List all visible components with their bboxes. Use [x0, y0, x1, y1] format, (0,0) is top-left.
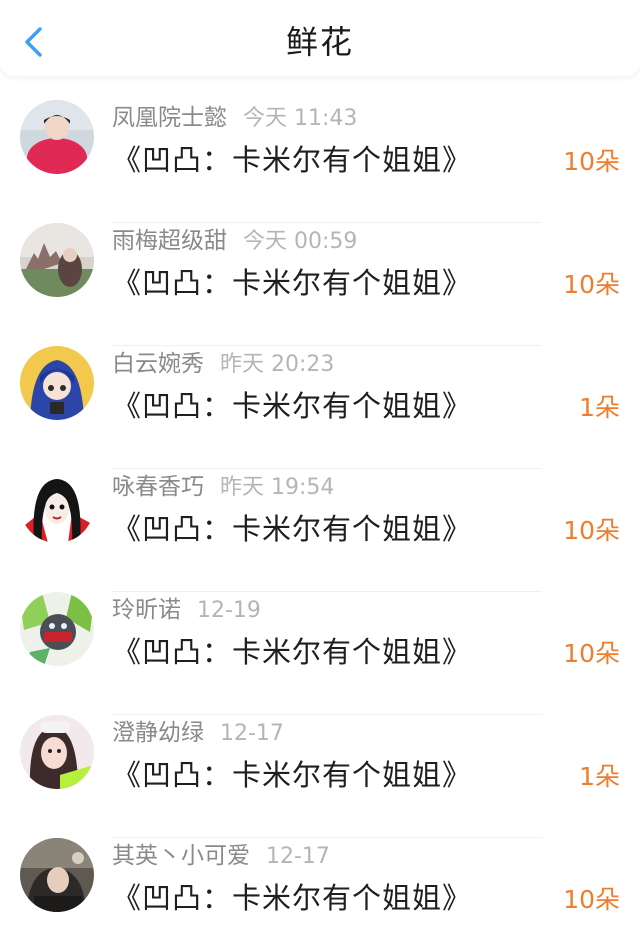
avatar[interactable] — [20, 346, 94, 420]
avatar[interactable] — [20, 223, 94, 297]
book-title: 《凹凸：卡米尔有个姐姐》 — [112, 143, 473, 177]
book-title: 《凹凸：卡米尔有个姐姐》 — [112, 881, 473, 915]
book-title: 《凹凸：卡米尔有个姐姐》 — [112, 512, 473, 546]
top-bar: 鲜花 — [0, 0, 640, 76]
flower-count: 10朵 — [563, 516, 620, 545]
page-title: 鲜花 — [285, 23, 354, 61]
avatar[interactable] — [20, 592, 94, 666]
sender-meta: 咏春香巧 昨天 19:54 — [112, 471, 334, 504]
avatar[interactable] — [20, 100, 94, 174]
send-time: 12-17 — [220, 721, 284, 746]
flower-count: 1朵 — [579, 393, 620, 422]
list-item[interactable]: 雨梅超级甜 今天 00:59 《凹凸：卡米尔有个姐姐》 10朵 — [0, 223, 640, 346]
sender-meta: 玲昕诺 12-19 — [112, 594, 261, 627]
sender-name: 澄静幼绿 — [112, 720, 204, 746]
flower-list: 凤凰院士懿 今天 11:43 《凹凸：卡米尔有个姐姐》 10朵 雨梅超级甜 今天 0… — [0, 100, 640, 934]
book-title: 《凹凸：卡米尔有个姐姐》 — [112, 758, 473, 792]
book-title: 《凹凸：卡米尔有个姐姐》 — [112, 266, 473, 300]
sender-name: 玲昕诺 — [112, 597, 181, 623]
list-item[interactable]: 白云婉秀 昨天 20:23 《凹凸：卡米尔有个姐姐》 1朵 — [0, 346, 640, 469]
flower-count: 10朵 — [563, 885, 620, 914]
flower-count: 10朵 — [563, 639, 620, 668]
send-time: 昨天 20:23 — [220, 352, 335, 377]
list-item[interactable]: 其英丶小可爱 12-17 《凹凸：卡米尔有个姐姐》 10朵 — [0, 838, 640, 934]
sender-name: 咏春香巧 — [112, 474, 204, 500]
avatar[interactable] — [20, 715, 94, 789]
sender-meta: 其英丶小可爱 12-17 — [112, 840, 330, 873]
sender-name: 其英丶小可爱 — [112, 843, 250, 869]
send-time: 12-19 — [197, 598, 261, 623]
flower-count: 10朵 — [563, 147, 620, 176]
sender-name: 凤凰院士懿 — [112, 105, 227, 131]
book-title: 《凹凸：卡米尔有个姐姐》 — [112, 389, 473, 423]
avatar[interactable] — [20, 838, 94, 912]
sender-name: 雨梅超级甜 — [112, 228, 227, 254]
list-item[interactable]: 玲昕诺 12-19 《凹凸：卡米尔有个姐姐》 10朵 — [0, 592, 640, 715]
sender-meta: 澄静幼绿 12-17 — [112, 717, 284, 750]
flowers-screen: 鲜花 凤凰院士懿 今天 11:43 《凹凸：卡米尔有个姐姐》 10朵 雨梅超级甜… — [0, 0, 640, 934]
list-item[interactable]: 咏春香巧 昨天 19:54 《凹凸：卡米尔有个姐姐》 10朵 — [0, 469, 640, 592]
flower-count: 10朵 — [563, 270, 620, 299]
avatar[interactable] — [20, 469, 94, 543]
book-title: 《凹凸：卡米尔有个姐姐》 — [112, 635, 473, 669]
sender-meta: 雨梅超级甜 今天 00:59 — [112, 225, 357, 258]
sender-meta: 白云婉秀 昨天 20:23 — [112, 348, 334, 381]
send-time: 今天 11:43 — [243, 106, 358, 131]
send-time: 12-17 — [266, 844, 330, 869]
list-item[interactable]: 凤凰院士懿 今天 11:43 《凹凸：卡米尔有个姐姐》 10朵 — [0, 100, 640, 223]
send-time: 昨天 19:54 — [220, 475, 335, 500]
list-item[interactable]: 澄静幼绿 12-17 《凹凸：卡米尔有个姐姐》 1朵 — [0, 715, 640, 838]
send-time: 今天 00:59 — [243, 229, 358, 254]
sender-meta: 凤凰院士懿 今天 11:43 — [112, 102, 357, 135]
sender-name: 白云婉秀 — [112, 351, 204, 377]
flower-count: 1朵 — [579, 762, 620, 791]
